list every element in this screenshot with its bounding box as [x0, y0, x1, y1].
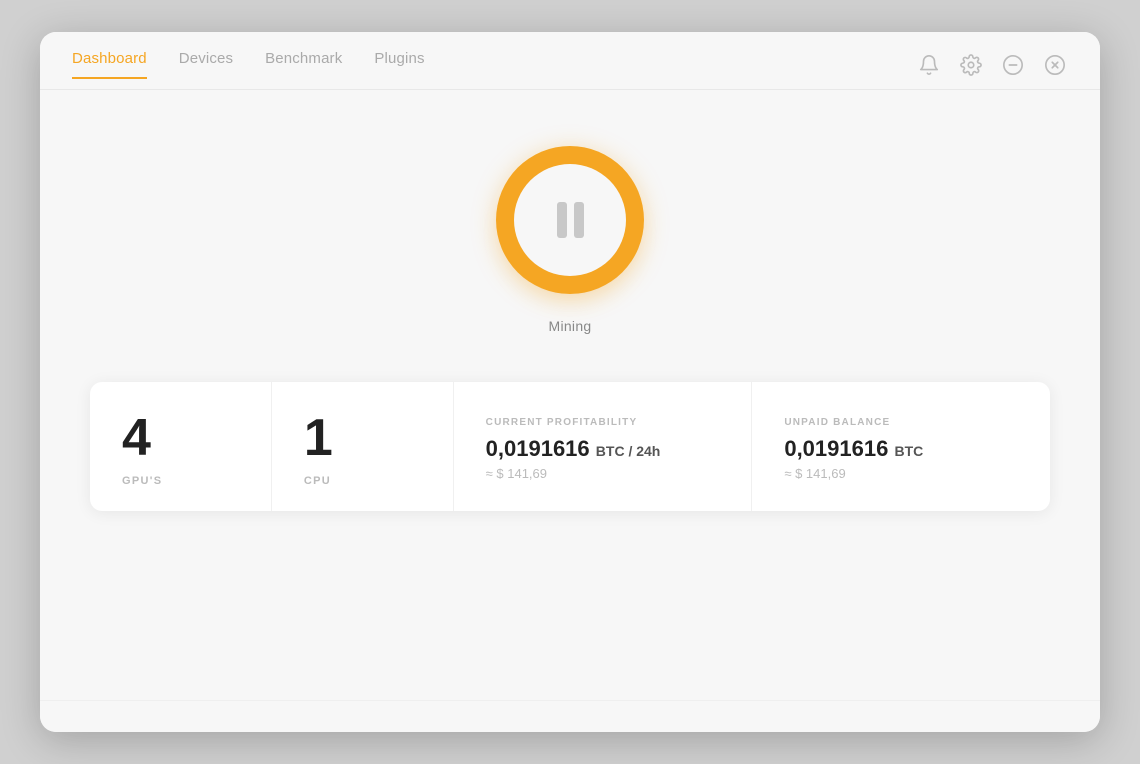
mining-ring — [496, 146, 644, 294]
gpu-count: 4 — [122, 410, 151, 467]
notification-icon[interactable] — [916, 52, 942, 78]
balance-value: 0,0191616 BTC — [784, 436, 923, 462]
balance-usd: ≈ $ 141,69 — [784, 466, 845, 481]
window-controls — [916, 52, 1068, 78]
mining-ring-inner — [514, 164, 626, 276]
profitability-value: 0,0191616 BTC / 24h — [486, 436, 661, 462]
title-bar: Dashboard Devices Benchmark Plugins — [40, 32, 1100, 79]
tab-dashboard[interactable]: Dashboard — [72, 50, 147, 79]
close-icon[interactable] — [1042, 52, 1068, 78]
cpu-label: CPU — [304, 475, 331, 487]
profitability-usd: ≈ $ 141,69 — [486, 466, 547, 481]
mining-button[interactable] — [490, 140, 650, 300]
settings-icon[interactable] — [958, 52, 984, 78]
cpu-card: 1 CPU — [272, 382, 454, 511]
tab-benchmark[interactable]: Benchmark — [265, 50, 342, 79]
tab-plugins[interactable]: Plugins — [374, 50, 424, 79]
profitability-card: CURRENT PROFITABILITY 0,0191616 BTC / 24… — [454, 382, 753, 511]
bottom-bar — [40, 700, 1100, 732]
gpu-card: 4 GPU'S — [90, 382, 272, 511]
stats-section: 4 GPU'S 1 CPU CURRENT PROFITABILITY 0,01… — [90, 382, 1050, 511]
tab-devices[interactable]: Devices — [179, 50, 233, 79]
mining-label: Mining — [549, 318, 592, 334]
mining-section: Mining — [490, 140, 650, 334]
pause-icon — [557, 202, 584, 238]
main-content: Mining 4 GPU'S 1 CPU CURRENT PROFITABILI… — [40, 90, 1100, 700]
pause-bar-right — [574, 202, 584, 238]
balance-card: UNPAID BALANCE 0,0191616 BTC ≈ $ 141,69 — [752, 382, 1050, 511]
pause-bar-left — [557, 202, 567, 238]
gpu-label: GPU'S — [122, 475, 162, 487]
profitability-label: CURRENT PROFITABILITY — [486, 417, 638, 428]
app-window: Dashboard Devices Benchmark Plugins — [40, 32, 1100, 732]
minimize-icon[interactable] — [1000, 52, 1026, 78]
balance-label: UNPAID BALANCE — [784, 417, 890, 428]
nav-tabs: Dashboard Devices Benchmark Plugins — [72, 50, 425, 79]
cpu-count: 1 — [304, 410, 333, 467]
balance-unit: BTC — [894, 443, 923, 459]
profitability-unit: BTC / 24h — [596, 443, 661, 459]
